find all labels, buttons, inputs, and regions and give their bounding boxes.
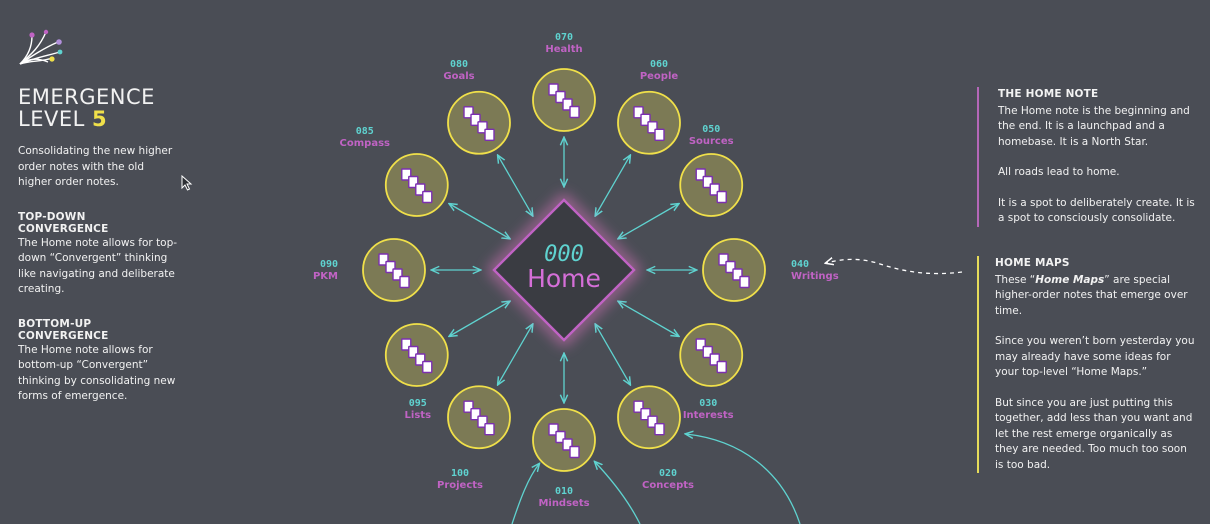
incoming-arc-center bbox=[595, 462, 641, 524]
node-code: 085 bbox=[356, 126, 374, 137]
node-compass[interactable]: 085Compass bbox=[340, 126, 449, 217]
node-people[interactable]: 060People bbox=[617, 59, 681, 155]
incoming-arc-right bbox=[686, 434, 801, 524]
connector-arrow bbox=[498, 156, 532, 216]
node-projects[interactable]: 100Projects bbox=[437, 385, 511, 491]
connector-arrow bbox=[450, 302, 510, 336]
home-maps-panel: HOME MAPS These “Home Maps” are special … bbox=[977, 256, 1195, 473]
node-goals[interactable]: 080Goals bbox=[443, 59, 511, 155]
node-label: Projects bbox=[437, 480, 483, 491]
home-maps-p1: These “Home Maps” are special higher-ord… bbox=[995, 273, 1195, 320]
node-writings[interactable]: 040Writings bbox=[702, 238, 839, 302]
node-label: People bbox=[640, 71, 679, 82]
home-note-p3: It is a spot to deliberately create. It … bbox=[998, 196, 1195, 225]
connector-arrow bbox=[619, 204, 679, 238]
connector-arrow bbox=[498, 325, 532, 385]
node-code: 070 bbox=[555, 32, 573, 43]
node-code: 080 bbox=[450, 59, 468, 70]
node-concepts[interactable]: 020Concepts bbox=[617, 385, 694, 491]
node-code: 030 bbox=[699, 398, 717, 409]
dashed-pointer-arrow bbox=[826, 259, 963, 275]
connector-arrow bbox=[596, 156, 630, 216]
home-maps-heading: HOME MAPS bbox=[995, 257, 1070, 269]
node-code: 095 bbox=[409, 398, 427, 409]
node-label: Writings bbox=[791, 271, 839, 282]
node-label: Goals bbox=[443, 71, 474, 82]
node-sources[interactable]: 050Sources bbox=[679, 124, 744, 217]
home-label: Home bbox=[527, 264, 601, 293]
home-note-p2: All roads lead to home. bbox=[998, 166, 1120, 178]
node-code: 020 bbox=[659, 468, 677, 479]
node-label: Interests bbox=[683, 410, 734, 421]
node-label: Lists bbox=[405, 410, 432, 421]
home-node[interactable]: 000Home bbox=[486, 192, 642, 348]
incoming-arc-left bbox=[511, 464, 539, 524]
node-label: Mindsets bbox=[538, 498, 589, 509]
home-note-heading: THE HOME NOTE bbox=[998, 88, 1099, 100]
node-code: 090 bbox=[320, 259, 338, 270]
node-mindsets[interactable]: 010Mindsets bbox=[532, 408, 596, 509]
node-lists[interactable]: 095Lists bbox=[384, 323, 449, 421]
connector-arrow bbox=[450, 204, 510, 238]
node-code: 040 bbox=[791, 259, 809, 270]
home-note-panel: THE HOME NOTE The Home note is the begin… bbox=[977, 87, 1198, 227]
node-code: 010 bbox=[555, 486, 573, 497]
connector-arrow bbox=[596, 325, 630, 385]
home-maps-p1-pre: These “ bbox=[995, 273, 1036, 286]
node-code: 050 bbox=[702, 124, 720, 135]
node-code: 060 bbox=[650, 59, 668, 70]
node-label: Compass bbox=[340, 138, 390, 149]
node-label: PKM bbox=[313, 271, 338, 282]
node-label: Health bbox=[545, 44, 582, 55]
home-maps-p1-em: Home Maps bbox=[1035, 273, 1105, 286]
node-health[interactable]: 070Health bbox=[532, 32, 596, 132]
node-label: Sources bbox=[689, 136, 734, 147]
home-maps-p3: But since you are just putting this toge… bbox=[995, 396, 1193, 471]
node-interests[interactable]: 030Interests bbox=[679, 323, 744, 421]
connector-arrow bbox=[619, 302, 679, 336]
node-pkm[interactable]: 090PKM bbox=[313, 238, 426, 302]
home-maps-p2: Since you weren’t born yesterday you may… bbox=[995, 335, 1195, 378]
home-note-p1: The Home note is the beginning and the e… bbox=[998, 104, 1190, 148]
node-code: 100 bbox=[451, 468, 469, 479]
node-label: Concepts bbox=[642, 480, 694, 491]
mouse-cursor-icon bbox=[181, 175, 193, 191]
